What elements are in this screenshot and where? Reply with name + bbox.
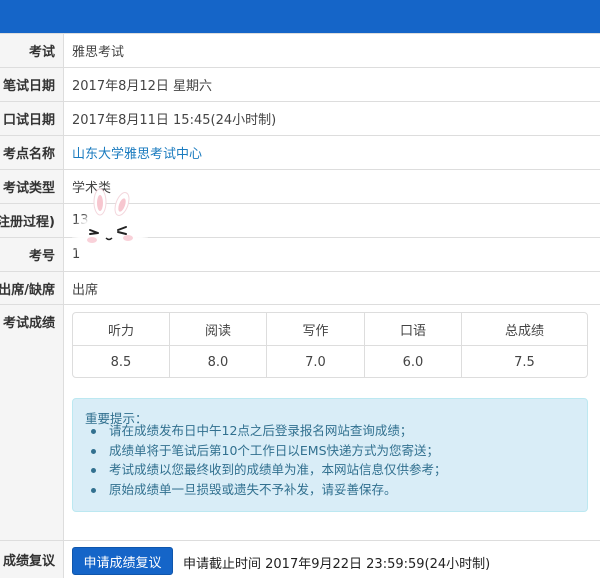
row-center: 考点名称 山东大学雅思考试中心 bbox=[0, 135, 600, 169]
score-reading: 8.0 bbox=[170, 346, 267, 378]
notice-item: 考试成绩以您最终收到的成绩单为准，本网站信息仅供参考； bbox=[91, 460, 447, 480]
score-overall: 7.5 bbox=[514, 354, 535, 370]
bunny-sticker-icon bbox=[72, 188, 148, 266]
test-center-link[interactable]: 山东大学雅思考试中心 bbox=[72, 143, 202, 162]
row-attendance: 出席/缺席 出席 bbox=[0, 271, 600, 304]
score-header-reading: 阅读 bbox=[170, 313, 267, 345]
label-attendance: 出席/缺席 bbox=[0, 272, 64, 304]
notice-item: 原始成绩单一旦损毁或遗失不予补发，请妥善保存。 bbox=[91, 480, 447, 500]
apply-recheck-button[interactable]: 申请成绩复议 bbox=[72, 547, 173, 575]
label-written-date: 笔试日期 bbox=[0, 68, 64, 101]
score-header-listening: 听力 bbox=[73, 313, 170, 345]
label-results: 考试成绩 bbox=[0, 305, 64, 540]
label-registration: 注册过程) bbox=[0, 204, 64, 237]
scores-table: 听力 阅读 写作 口语 总成绩 8.5 8.0 7.0 6.0 7.5 bbox=[72, 312, 588, 378]
score-header-writing: 写作 bbox=[267, 313, 365, 345]
notice-item: 成绩单将于笔试后第10个工作日以EMS快递方式为您寄送； bbox=[91, 441, 447, 461]
recheck-deadline: 申请截止时间 2017年9月22日 23:59:59(24小时制) bbox=[183, 557, 491, 572]
score-listening: 8.5 bbox=[73, 346, 170, 378]
label-exam-no: 考号 bbox=[0, 238, 64, 271]
score-writing: 7.0 bbox=[267, 346, 365, 378]
value-exam: 雅思考试 bbox=[72, 45, 125, 60]
value-center-wrap: 山东大学雅思考试中心 bbox=[72, 136, 600, 169]
score-header-overall: 总成绩 bbox=[504, 323, 544, 339]
header-bar bbox=[0, 0, 600, 33]
value-written-date: 2017年8月12日 星期六 bbox=[72, 79, 213, 94]
label-recheck: 成绩复议 bbox=[0, 541, 64, 578]
label-type: 考试类型 bbox=[0, 170, 64, 203]
value-oral-date: 2017年8月11日 15:45(24小时制) bbox=[72, 113, 277, 128]
label-oral-date: 口试日期 bbox=[0, 102, 64, 135]
notice-item: 请在成绩发布日中午12点之后登录报名网站查询成绩； bbox=[91, 421, 447, 441]
row-exam: 考试 雅思考试 bbox=[0, 33, 600, 67]
important-notice: 重要提示： 请在成绩发布日中午12点之后登录报名网站查询成绩； 成绩单将于笔试后… bbox=[72, 398, 588, 512]
value-attendance: 出席 bbox=[72, 282, 99, 298]
row-written-date: 笔试日期 2017年8月12日 星期六 bbox=[0, 67, 600, 101]
row-oral-date: 口试日期 2017年8月11日 15:45(24小时制) bbox=[0, 101, 600, 135]
notice-list: 请在成绩发布日中午12点之后登录报名网站查询成绩； 成绩单将于笔试后第10个工作… bbox=[73, 421, 447, 499]
label-exam: 考试 bbox=[0, 34, 64, 67]
score-speaking: 6.0 bbox=[365, 346, 462, 378]
label-center: 考点名称 bbox=[0, 136, 64, 169]
score-header-speaking: 口语 bbox=[365, 313, 462, 345]
